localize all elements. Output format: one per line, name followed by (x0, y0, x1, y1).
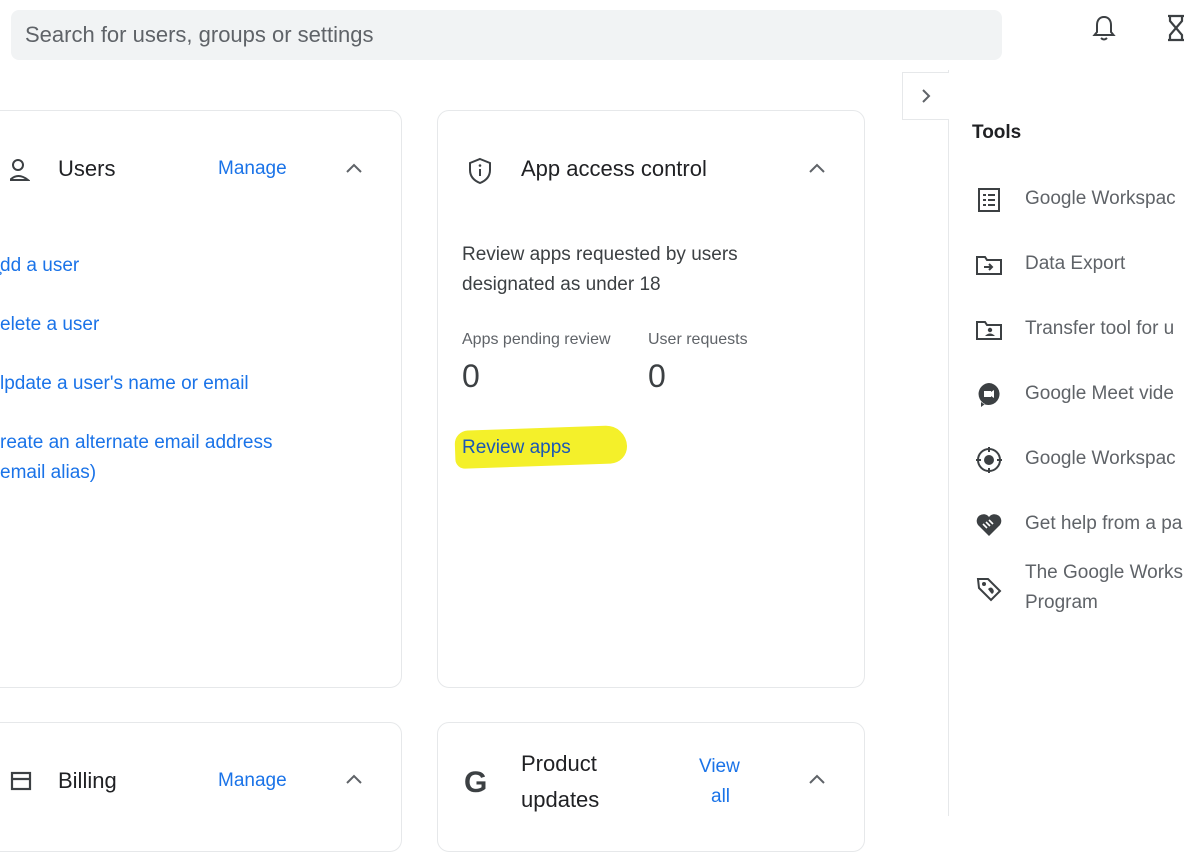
user-requests-label: User requests (648, 331, 748, 348)
chevron-right-icon (922, 89, 931, 103)
tool-item-workspace-2[interactable]: Google Workspac (1025, 444, 1176, 474)
chevron-up-icon (346, 163, 362, 173)
handshake-icon (974, 510, 1004, 540)
product-updates-collapse-button[interactable] (805, 768, 829, 797)
tool-item-meet-video[interactable]: Google Meet vide (1025, 379, 1174, 409)
shield-info-icon (467, 157, 493, 190)
app-access-title: App access control (521, 156, 707, 181)
user-icon (7, 158, 31, 187)
tool-item-data-export[interactable]: Data Export (1025, 249, 1125, 279)
product-updates-title-2: updates (521, 787, 600, 812)
tools-panel (948, 70, 1204, 816)
google-g-icon: G (464, 766, 488, 799)
tool-item-workspace-program[interactable]: The Google Works (1025, 558, 1183, 588)
folder-user-icon (974, 315, 1004, 345)
apps-pending-label: Apps pending review (462, 331, 611, 348)
app-access-collapse-button[interactable] (805, 157, 829, 186)
panel-toggle-button[interactable] (902, 72, 949, 120)
users-card-title: Users (58, 156, 116, 181)
folder-export-icon (974, 250, 1004, 280)
apps-pending-value: 0 (462, 358, 480, 394)
app-access-description-2: designated as under 18 (462, 274, 661, 295)
target-icon (974, 445, 1004, 475)
tag-icon (974, 574, 1004, 604)
billing-icon (10, 770, 32, 797)
billing-title: Billing (58, 768, 117, 793)
users-collapse-button[interactable] (342, 157, 366, 186)
tools-title: Tools (972, 122, 1022, 143)
create-alias-link-line2[interactable]: email alias) (0, 462, 96, 484)
user-requests-value: 0 (648, 358, 666, 394)
product-updates-title-1: Product (521, 751, 597, 776)
chevron-up-icon (346, 774, 362, 784)
document-list-icon (974, 185, 1004, 215)
update-user-link[interactable]: lpdate a user's name or email (0, 373, 249, 395)
app-access-description-1: Review apps requested by users (462, 244, 738, 265)
search-input[interactable] (23, 21, 1002, 49)
app-access-card (437, 110, 865, 688)
bell-icon (1092, 15, 1116, 41)
tool-item-workspace-1[interactable]: Google Workspac (1025, 184, 1176, 214)
create-alias-link[interactable]: reate an alternate email address (0, 432, 273, 454)
billing-manage-link[interactable]: Manage (218, 770, 287, 792)
search-bar[interactable] (11, 10, 1002, 60)
delete-user-link[interactable]: elete a user (0, 314, 99, 336)
billing-collapse-button[interactable] (342, 768, 366, 797)
tool-item-get-help[interactable]: Get help from a pa (1025, 509, 1182, 539)
add-user-link[interactable]: ̧dd a user (0, 255, 79, 277)
product-updates-card (437, 722, 865, 852)
tool-item-transfer-tool[interactable]: Transfer tool for u (1025, 314, 1174, 344)
chevron-up-icon (809, 774, 825, 784)
view-all-link-2[interactable]: all (711, 786, 730, 808)
view-all-link-1[interactable]: View (699, 756, 740, 778)
notifications-button[interactable] (1088, 10, 1120, 46)
tool-item-workspace-program-line2[interactable]: Program (1025, 588, 1098, 618)
chevron-up-icon (809, 163, 825, 173)
hourglass-icon (1168, 14, 1184, 42)
meet-camera-icon (974, 380, 1004, 410)
users-card (0, 110, 402, 688)
tasks-button[interactable] (1160, 10, 1192, 46)
review-apps-link[interactable]: Review apps (462, 437, 571, 459)
users-manage-link[interactable]: Manage (218, 158, 287, 180)
